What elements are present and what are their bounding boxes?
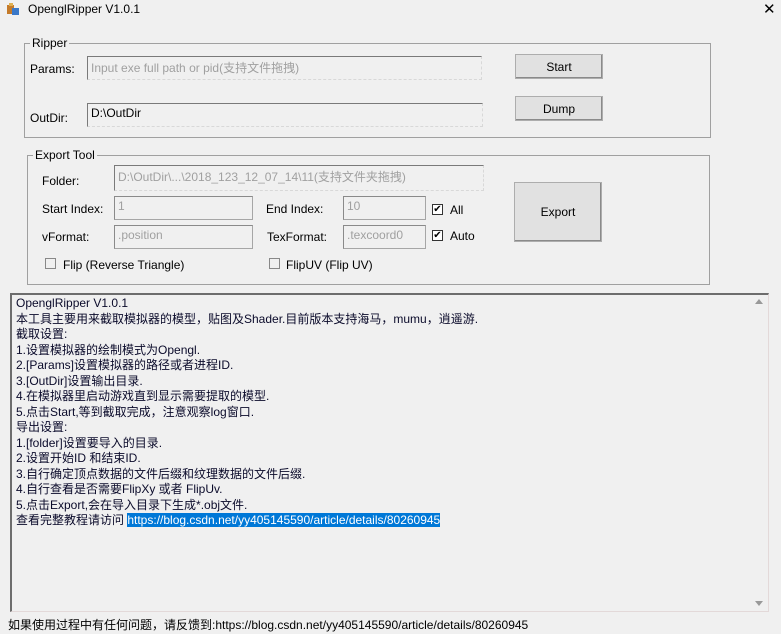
end-index-label: End Index: xyxy=(266,202,324,216)
log-line: 4.自行查看是否需要FlipXy 或者 FlipUv. xyxy=(16,482,223,496)
start-index-label: Start Index: xyxy=(42,202,104,216)
tutorial-link[interactable]: https://blog.csdn.net/yy405145590/articl… xyxy=(127,513,441,527)
log-line: 1.设置模拟器的绘制模式为Opengl. xyxy=(16,342,201,357)
log-line: 查看完整教程请访问 https://blog.csdn.net/yy405145… xyxy=(16,513,478,529)
log-line: 2.[Params]设置模拟器的路径或者进程ID. xyxy=(16,358,234,372)
folder-input[interactable]: D:\OutDir\...\2018_123_12_07_14\11(支持文件夹… xyxy=(114,165,484,191)
log-line: 1.[folder]设置要导入的目录. xyxy=(16,435,163,450)
log-line: 5.点击Export,会在导入目录下生成*.obj文件. xyxy=(16,497,248,512)
app-icon xyxy=(6,2,20,16)
folder-label: Folder: xyxy=(42,174,80,188)
log-text: OpenglRipper V1.0.1 本工具主要用来截取模拟器的模型，贴图及Sh… xyxy=(16,296,478,529)
start-index-input[interactable]: 1 xyxy=(114,196,253,220)
close-icon[interactable]: ✕ xyxy=(763,0,776,18)
scroll-down-icon[interactable] xyxy=(755,601,763,606)
end-index-input[interactable]: 10 xyxy=(343,196,426,220)
flipuv-label: FlipUV (Flip UV) xyxy=(286,258,373,272)
auto-label: Auto xyxy=(450,229,475,243)
all-label: All xyxy=(450,203,464,217)
flip-label: Flip (Reverse Triangle) xyxy=(63,258,185,272)
texformat-label: TexFormat: xyxy=(267,230,328,244)
vformat-input[interactable]: .position xyxy=(114,225,253,249)
vformat-label: vFormat: xyxy=(42,230,90,244)
log-scrollbar[interactable] xyxy=(751,295,768,611)
log-line: 5.点击Start,等到截取完成，注意观察log窗口. xyxy=(16,404,255,419)
flipuv-checkbox[interactable] xyxy=(269,258,280,269)
flip-checkbox[interactable] xyxy=(45,258,56,269)
status-bar-text: 如果使用过程中有任何问题，请反馈到:https://blog.csdn.net/… xyxy=(8,618,529,632)
log-line: 3.[OutDir]设置输出目录. xyxy=(16,373,143,388)
log-line: 4.在模拟器里启动游戏直到显示需要提取的模型. xyxy=(16,389,270,403)
auto-checkbox[interactable]: ✔ xyxy=(432,230,443,241)
export-group-label: Export Tool xyxy=(33,148,97,162)
outdir-label: OutDir: xyxy=(30,111,69,125)
log-line: 2.设置开始ID 和结束ID. xyxy=(16,451,141,465)
log-textarea[interactable]: OpenglRipper V1.0.1 本工具主要用来截取模拟器的模型，贴图及Sh… xyxy=(10,293,769,612)
all-checkbox[interactable]: ✔ xyxy=(432,204,443,215)
log-line: 截取设置: xyxy=(16,327,68,341)
params-input[interactable]: Input exe full path or pid(支持文件拖拽) xyxy=(87,56,482,80)
log-line: 本工具主要用来截取模拟器的模型，贴图及Shader.目前版本支持海马，mumu，… xyxy=(16,311,479,326)
start-button[interactable]: Start xyxy=(515,54,603,79)
export-button[interactable]: Export xyxy=(514,182,602,242)
log-link-prefix: 查看完整教程请访问 xyxy=(16,513,128,527)
ripper-group-label: Ripper xyxy=(30,36,70,50)
dump-button[interactable]: Dump xyxy=(515,96,603,121)
outdir-input[interactable]: D:\OutDir xyxy=(87,103,483,127)
log-line: 导出设置: xyxy=(16,420,68,434)
params-label: Params: xyxy=(30,62,75,76)
window-title: OpenglRipper V1.0.1 xyxy=(28,2,141,16)
log-line: 3.自行确定顶点数据的文件后缀和纹理数据的文件后缀. xyxy=(16,466,306,481)
texformat-input[interactable]: .texcoord0 xyxy=(343,225,426,249)
scroll-up-icon[interactable] xyxy=(755,299,763,304)
log-line: OpenglRipper V1.0.1 xyxy=(16,296,129,310)
